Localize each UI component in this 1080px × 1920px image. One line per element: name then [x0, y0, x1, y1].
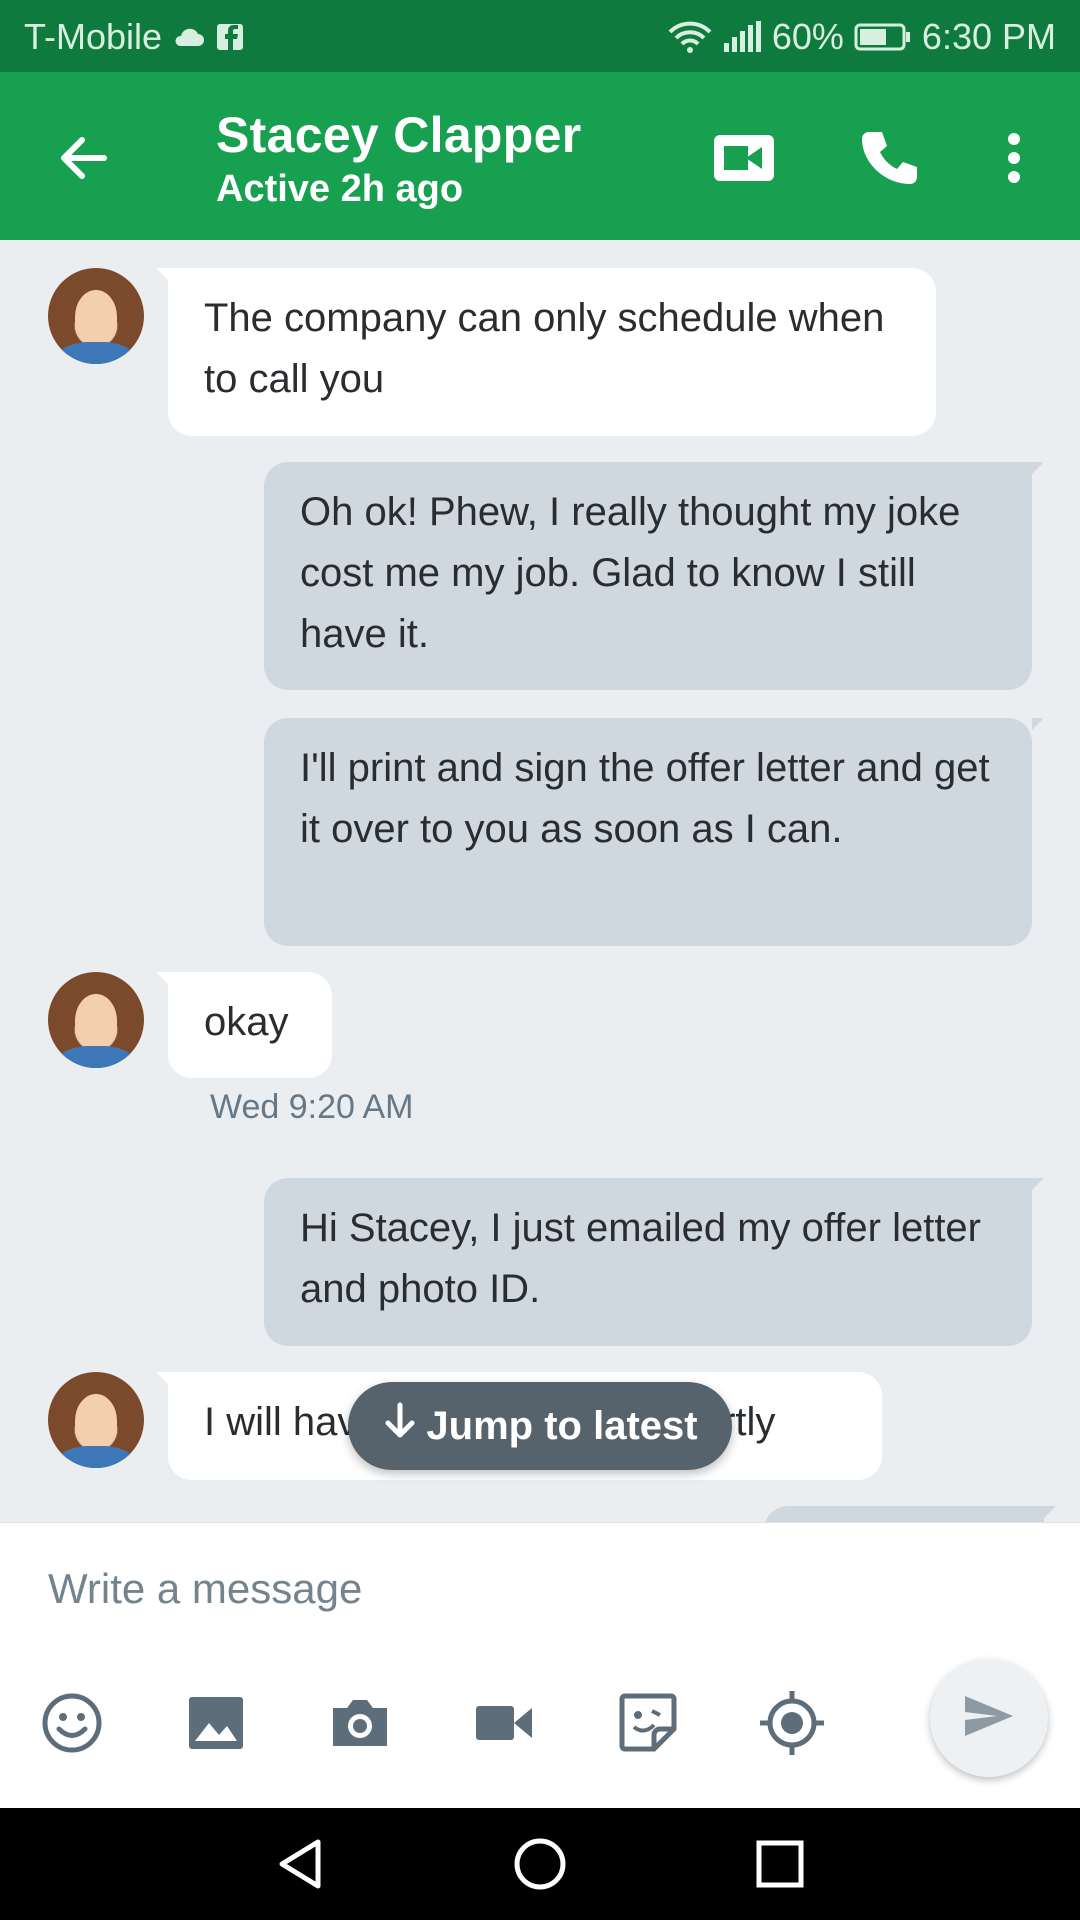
signal-icon [722, 21, 762, 53]
send-button[interactable] [930, 1659, 1048, 1777]
nav-home-icon[interactable] [512, 1836, 568, 1892]
contact-status: Active 2h ago [216, 168, 464, 210]
incoming-message[interactable]: The company can only schedule when to ca… [156, 268, 936, 436]
video-icon[interactable] [468, 1687, 540, 1759]
message-list[interactable]: The company can only schedule when to ca… [0, 240, 1080, 1522]
outgoing-message[interactable]: Hi Stacey, I just emailed my offer lette… [264, 1178, 1044, 1346]
message-input[interactable]: Write a message [48, 1565, 362, 1613]
send-icon [963, 1694, 1015, 1743]
back-arrow-icon[interactable] [48, 122, 120, 194]
clock: 6:30 PM [921, 16, 1056, 57]
contact-avatar[interactable] [48, 972, 144, 1068]
system-nav-bar [0, 1808, 1080, 1920]
outgoing-message[interactable]: Oh ok! Phew, I really thought my joke co… [264, 462, 1044, 690]
battery-percent: 60% [771, 16, 844, 57]
wifi-icon [668, 20, 712, 54]
location-icon[interactable] [756, 1687, 828, 1759]
nav-recents-icon[interactable] [752, 1836, 808, 1892]
jump-to-latest-button[interactable]: Jump to latest [348, 1382, 732, 1470]
phone-icon[interactable] [852, 122, 924, 194]
image-icon[interactable] [180, 1687, 252, 1759]
status-bar: T-Mobile 60% 6:30 PM [0, 0, 1080, 72]
battery-icon [854, 23, 912, 51]
video-call-icon[interactable] [708, 122, 780, 194]
more-vert-icon[interactable] [978, 122, 1050, 194]
jump-to-latest-label: Jump to latest [426, 1403, 698, 1448]
contact-avatar[interactable] [48, 268, 144, 364]
facebook-icon [216, 23, 244, 51]
nav-back-icon[interactable] [272, 1836, 328, 1892]
carrier-name: T-Mobile [24, 16, 163, 57]
incoming-message[interactable]: okay [156, 972, 332, 1078]
outgoing-message-partial[interactable] [764, 1506, 1056, 1522]
compose-bar: Write a message [0, 1522, 1080, 1809]
cloud-icon [172, 26, 206, 48]
message-timestamp: Wed 9:20 AM [210, 1088, 414, 1126]
sticker-icon[interactable] [612, 1687, 684, 1759]
arrow-down-icon [382, 1401, 418, 1451]
outgoing-message[interactable]: I'll print and sign the offer letter and… [264, 718, 1044, 946]
camera-icon[interactable] [324, 1687, 396, 1759]
contact-name[interactable]: Stacey Clapper [216, 106, 581, 164]
emoji-icon[interactable] [36, 1687, 108, 1759]
conversation-header: Stacey Clapper Active 2h ago [0, 72, 1080, 240]
contact-avatar[interactable] [48, 1372, 144, 1468]
